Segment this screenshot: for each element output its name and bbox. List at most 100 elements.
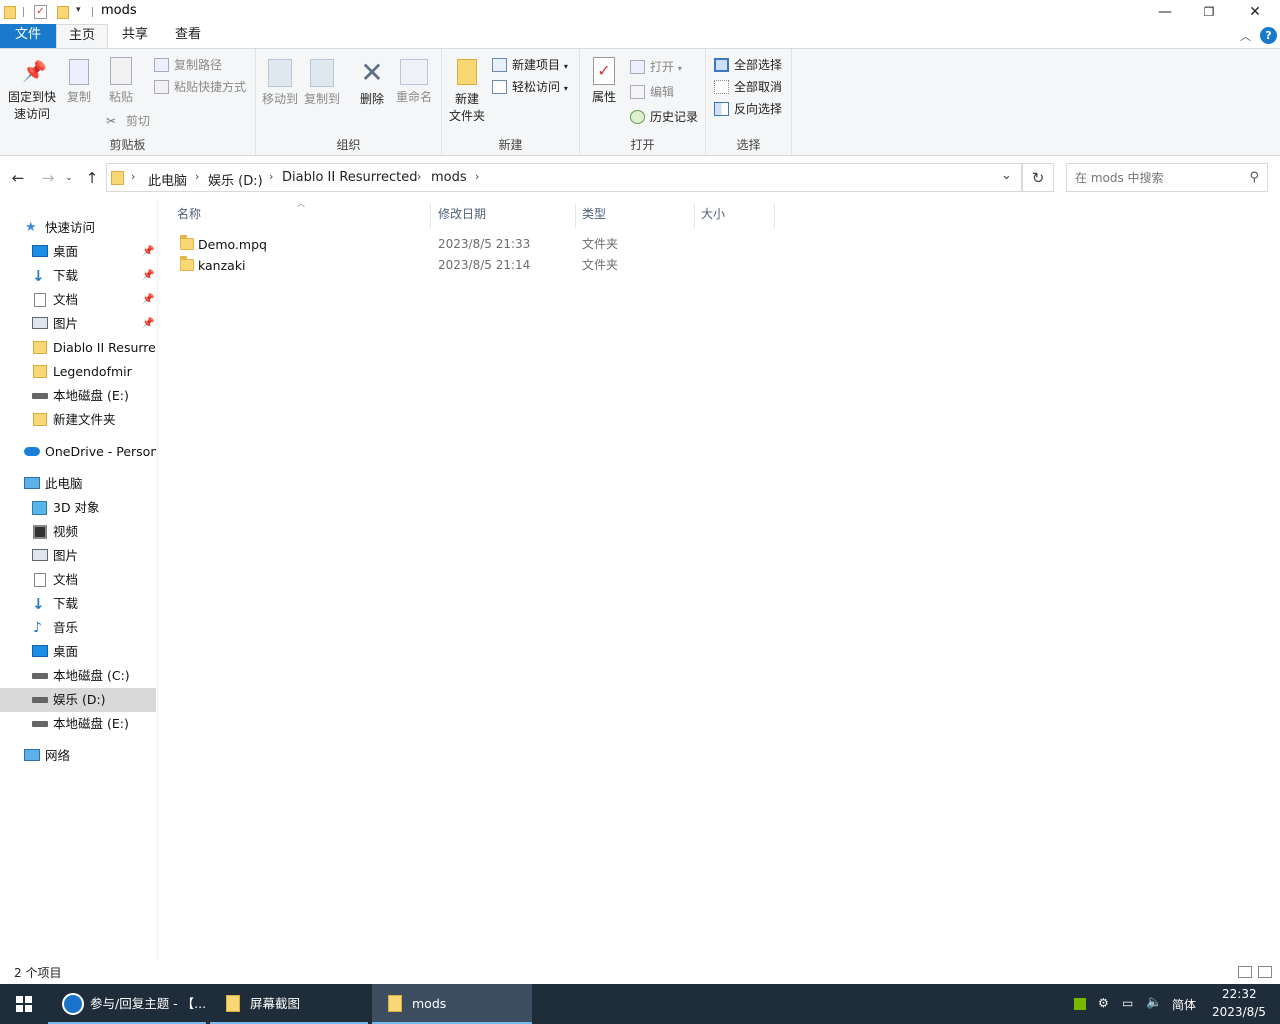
breadcrumb-mods[interactable]: mods [431,170,467,185]
collapse-ribbon-icon[interactable]: ︿ [1240,28,1251,44]
nvidia-icon[interactable] [1074,998,1086,1010]
invert-selection-button[interactable]: 反向选择 [714,99,782,119]
properties-icon[interactable]: ✓ [34,5,47,19]
cut-button[interactable]: ✂ 剪切 [106,111,150,131]
tab-home[interactable]: 主页 [56,24,108,49]
select-none-button[interactable]: 全部取消 [714,77,782,97]
copy-to-button[interactable]: 复制到 [302,59,342,108]
sidebar-item-quick-access[interactable]: ★ 快速访问 [0,216,156,240]
select-all-button[interactable]: 全部选择 [714,55,782,75]
breadcrumb-this-pc[interactable]: 此电脑 [148,170,187,189]
sidebar-item[interactable]: 桌面 📌 [0,240,156,264]
customize-toolbar-icon[interactable]: ▾ [76,5,81,21]
chevron-right-icon[interactable]: › [475,170,479,183]
file-row[interactable]: Demo.mpq 2023/8/5 21:33 文件夹 [173,234,773,255]
sidebar-item[interactable]: ↓ 下载 [0,592,156,616]
column-header-date[interactable]: 修改日期 [432,204,576,228]
delete-button[interactable]: ✕ 删除 [352,57,392,108]
column-header-name[interactable]: 名称 [171,204,431,228]
back-button[interactable]: ← [8,168,28,188]
column-header-size[interactable]: 大小 [695,204,775,228]
new-folder-button[interactable]: 新建 文件夹 [444,59,490,125]
breadcrumb-drive-d[interactable]: 娱乐 (D:) [208,170,263,189]
pin-quick-access-button[interactable]: 📌 固定到快 速访问 [4,59,60,123]
search-icon[interactable]: ⚲ [1249,170,1259,185]
sidebar-item[interactable]: 图片 📌 [0,312,156,336]
tab-share[interactable]: 共享 [110,24,160,48]
paste-label: 粘贴 [108,90,133,104]
edit-button[interactable]: 编辑 [630,82,674,102]
copy-path-button[interactable]: 复制路径 [154,55,222,75]
history-button[interactable]: 历史记录 [630,107,698,127]
select-all-label: 全部选择 [734,58,783,72]
tray-app-icon[interactable]: ⚙ [1098,996,1109,1010]
taskbar-app[interactable]: mods [372,984,532,1024]
new-item-button[interactable]: 新建项目 ▾ [492,55,568,75]
file-row[interactable]: kanzaki 2023/8/5 21:14 文件夹 [173,255,773,276]
paste-button[interactable]: 粘贴 [104,57,138,106]
sidebar-item[interactable]: Diablo II Resurrected [0,336,156,360]
sidebar-item[interactable]: 文档 📌 [0,288,156,312]
clipboard-group: 📌 固定到快 速访问 复制 粘贴 复制路径 粘贴快捷方式 ✂ 剪切 剪贴板 [0,49,256,155]
refresh-button[interactable]: ↻ [1022,163,1054,192]
sidebar-item[interactable]: 文档 [0,568,156,592]
minimize-button[interactable]: — [1142,0,1188,24]
sidebar-item[interactable]: 娱乐 (D:) [0,688,156,712]
sidebar-item[interactable]: 本地磁盘 (E:) [0,712,156,736]
ime-indicator[interactable]: 简体 [1172,996,1196,1013]
pin-icon[interactable]: 📌 [142,288,154,312]
column-header-type[interactable]: 类型 [576,204,695,228]
address-bar[interactable]: › 此电脑 › 娱乐 (D:) › Diablo II Resurrected … [106,163,1022,192]
search-input[interactable] [1067,164,1237,191]
chevron-right-icon[interactable]: › [131,170,135,183]
chevron-right-icon[interactable]: › [269,170,273,183]
sidebar-item[interactable]: 3D 对象 [0,496,156,520]
pin-icon[interactable]: 📌 [142,240,154,264]
select-none-icon [714,80,729,94]
open-button[interactable]: 打开 ▾ [630,57,682,77]
network-icon[interactable]: ▭ [1122,996,1133,1010]
easy-access-button[interactable]: 轻松访问 ▾ [492,77,568,97]
clock-date[interactable]: 2023/8/5 [1212,1005,1266,1019]
large-icons-view-icon[interactable] [1258,966,1272,978]
sidebar-item[interactable]: 新建文件夹 [0,408,156,432]
details-view-icon[interactable] [1238,966,1252,978]
pin-icon[interactable]: 📌 [142,264,154,288]
sidebar-item-this-pc[interactable]: 此电脑 [0,472,156,496]
sidebar-item[interactable]: 本地磁盘 (C:) [0,664,156,688]
taskbar-app[interactable]: 屏幕截图 [210,984,368,1024]
sidebar-item[interactable]: 桌面 [0,640,156,664]
sidebar-item-network[interactable]: 网络 [0,744,156,768]
sidebar-item[interactable]: ♪ 音乐 [0,616,156,640]
rename-button[interactable]: 重命名 [392,59,436,106]
sidebar-item[interactable]: ↓ 下载 📌 [0,264,156,288]
chevron-right-icon[interactable]: › [195,170,199,183]
taskbar-app[interactable]: 参与/回复主题 - 【... [48,984,206,1024]
restore-button[interactable]: ❐ [1186,0,1232,24]
move-to-button[interactable]: 移动到 [260,59,300,108]
tab-file[interactable]: 文件 [0,24,56,48]
new-folder-icon[interactable] [57,6,69,19]
volume-icon[interactable]: 🔈 [1146,995,1162,1010]
chevron-right-icon[interactable]: › [417,170,421,183]
tab-view[interactable]: 查看 [162,24,214,48]
chevron-down-icon[interactable]: ⌄ [1001,168,1012,183]
properties-button[interactable]: ✓ 属性 [588,57,620,106]
sidebar-item[interactable]: 视频 [0,520,156,544]
copy-button[interactable]: 复制 [62,59,96,106]
sidebar-item[interactable]: Legendofmir [0,360,156,384]
clock-time[interactable]: 22:32 [1222,987,1257,1001]
help-icon[interactable]: ? [1260,27,1277,44]
paste-shortcut-button[interactable]: 粘贴快捷方式 [154,77,246,97]
sidebar-item-onedrive[interactable]: OneDrive - Personal [0,440,156,464]
recent-locations-button[interactable]: ⌄ [62,168,76,188]
sidebar-item[interactable]: 图片 [0,544,156,568]
move-to-label: 移动到 [261,92,298,106]
sidebar-item[interactable]: 本地磁盘 (E:) [0,384,156,408]
forward-button[interactable]: → [38,168,58,188]
up-button[interactable]: ↑ [82,168,102,188]
close-button[interactable]: ✕ [1232,0,1278,24]
start-button[interactable] [0,984,48,1024]
pin-icon[interactable]: 📌 [142,312,154,336]
breadcrumb-diablo[interactable]: Diablo II Resurrected [282,170,417,185]
